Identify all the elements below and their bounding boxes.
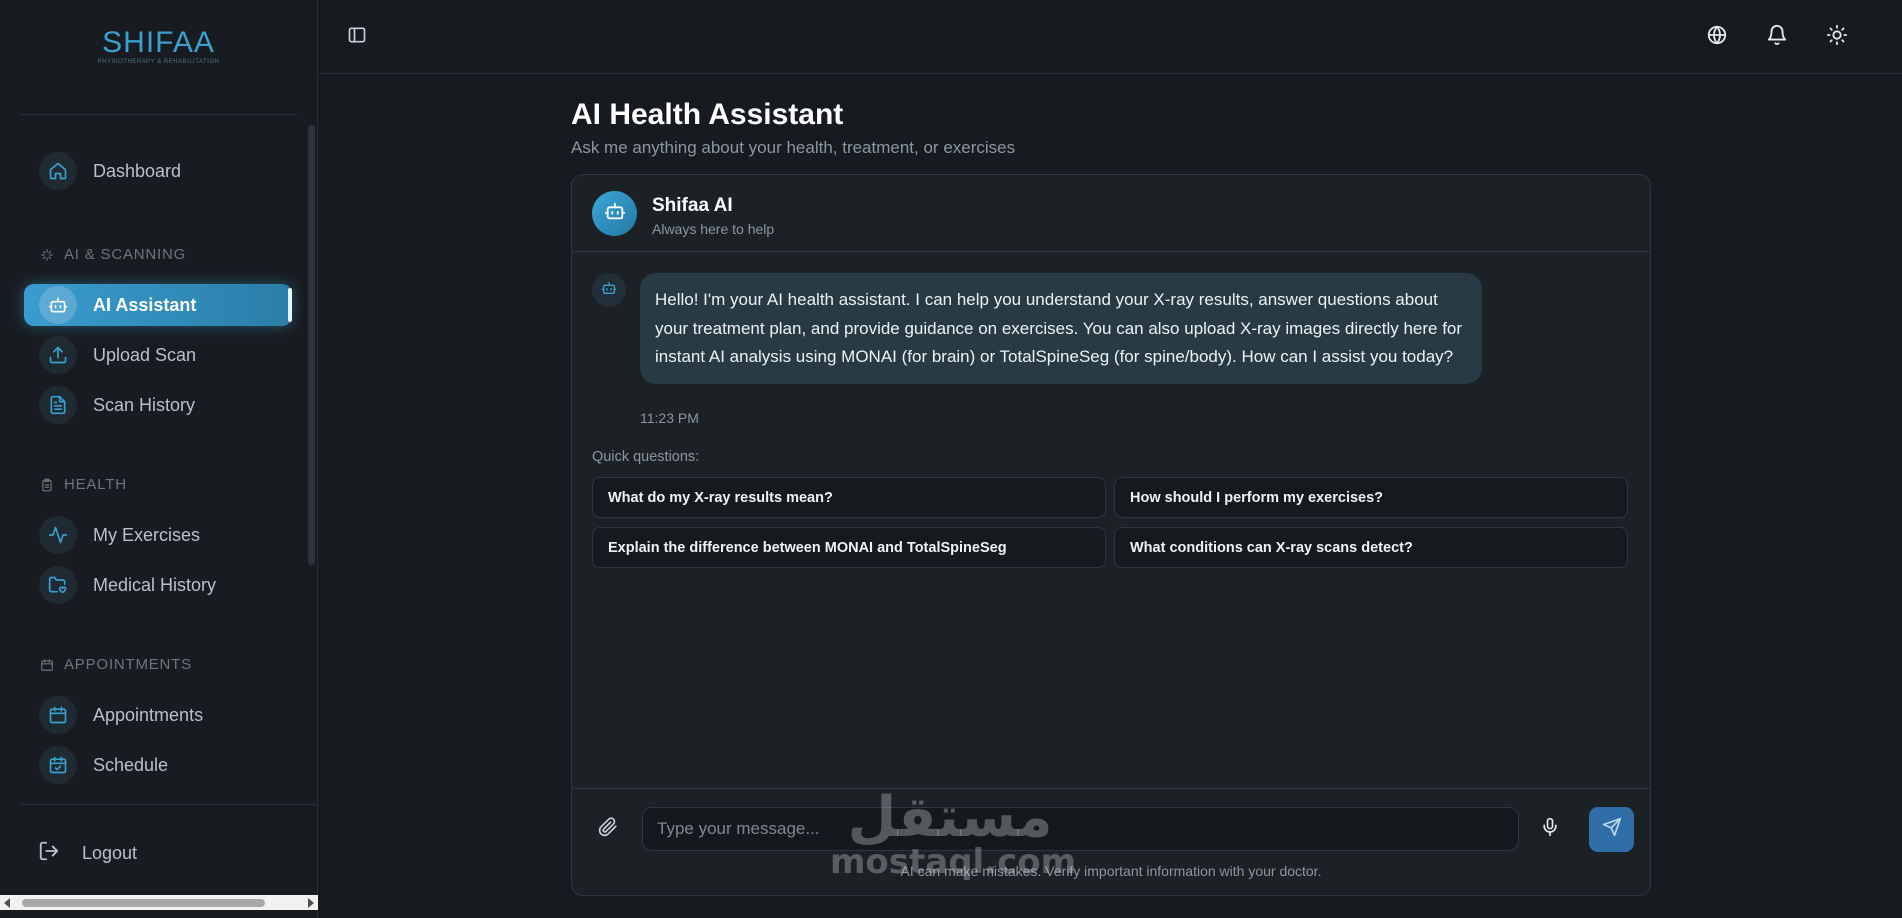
section-appointments: APPOINTMENTS bbox=[40, 656, 192, 673]
scrollbar-thumb[interactable] bbox=[22, 899, 265, 907]
sidebar-scrollbar[interactable] bbox=[308, 125, 315, 565]
clipboard-icon bbox=[40, 478, 54, 492]
page-subtitle: Ask me anything about your health, treat… bbox=[571, 138, 1016, 157]
bot-name: Shifaa AI bbox=[652, 195, 733, 216]
sidebar: SHIFAA PHYSIOTHERAPY & REHABILITATION Da… bbox=[0, 0, 318, 918]
app-root: SHIFAA PHYSIOTHERAPY & REHABILITATION Da… bbox=[0, 0, 1902, 918]
microphone-icon bbox=[1540, 817, 1560, 842]
sidebar-toggle-icon bbox=[347, 25, 367, 50]
send-icon bbox=[1602, 817, 1622, 842]
sidebar-item-label: Scan History bbox=[93, 394, 196, 415]
logo-area: SHIFAA PHYSIOTHERAPY & REHABILITATION bbox=[20, 0, 297, 115]
logout-button[interactable]: Logout bbox=[38, 840, 137, 867]
robot-icon bbox=[601, 280, 617, 301]
sun-icon bbox=[1826, 24, 1848, 51]
chat-header: Shifaa AI Always here to help bbox=[572, 175, 1650, 252]
assistant-message: Hello! I'm your AI health assistant. I c… bbox=[640, 273, 1482, 384]
attach-button[interactable] bbox=[592, 813, 624, 845]
sidebar-item-appointments[interactable]: Appointments bbox=[24, 694, 292, 736]
message-avatar bbox=[592, 273, 626, 307]
bell-icon bbox=[1766, 24, 1788, 51]
sidebar-item-label: Schedule bbox=[93, 754, 169, 775]
folder-heart-icon bbox=[39, 566, 77, 604]
logo-title: SHIFAA bbox=[102, 26, 215, 59]
message-input[interactable] bbox=[642, 807, 1519, 851]
quick-question-button[interactable]: Explain the difference between MONAI and… bbox=[592, 527, 1106, 568]
chat-panel: Shifaa AI Always here to help Hello! I'm… bbox=[571, 174, 1651, 896]
divider bbox=[20, 804, 318, 805]
sparkles-icon bbox=[40, 248, 54, 262]
globe-icon bbox=[1706, 24, 1728, 51]
scroll-right-icon[interactable] bbox=[308, 898, 314, 908]
sidebar-item-medical-history[interactable]: Medical History bbox=[24, 564, 292, 606]
section-health: HEALTH bbox=[40, 476, 127, 493]
calendar-small-icon bbox=[40, 658, 54, 672]
paperclip-icon bbox=[598, 816, 618, 842]
theme-toggle-button[interactable] bbox=[1821, 21, 1853, 53]
quick-question-button[interactable]: What do my X-ray results mean? bbox=[592, 477, 1106, 518]
horizontal-scrollbar[interactable] bbox=[0, 895, 318, 910]
section-ai-scanning: AI & SCANNING bbox=[40, 246, 186, 263]
logo[interactable]: SHIFAA PHYSIOTHERAPY & REHABILITATION bbox=[97, 26, 220, 66]
robot-icon bbox=[39, 286, 77, 324]
disclaimer: AI can make mistakes. Verify important i… bbox=[900, 863, 1322, 879]
file-text-icon bbox=[39, 386, 77, 424]
scroll-left-icon[interactable] bbox=[4, 898, 10, 908]
sidebar-item-label: My Exercises bbox=[93, 524, 201, 545]
logout-icon bbox=[38, 840, 60, 867]
quick-question-button[interactable]: What conditions can X-ray scans detect? bbox=[1114, 527, 1628, 568]
send-button[interactable] bbox=[1589, 807, 1634, 852]
composer: AI can make mistakes. Verify important i… bbox=[572, 788, 1650, 895]
quick-questions-label: Quick questions: bbox=[592, 449, 700, 465]
calendar-check-icon bbox=[39, 746, 77, 784]
notifications-button[interactable] bbox=[1761, 21, 1793, 53]
quick-question-button[interactable]: How should I perform my exercises? bbox=[1114, 477, 1628, 518]
robot-icon bbox=[604, 200, 626, 227]
sidebar-item-label: Appointments bbox=[93, 704, 204, 725]
sidebar-item-my-exercises[interactable]: My Exercises bbox=[24, 514, 292, 556]
bot-avatar bbox=[592, 191, 637, 236]
sidebar-item-label: Dashboard bbox=[93, 160, 182, 181]
home-icon bbox=[39, 152, 77, 190]
calendar-icon bbox=[39, 696, 77, 734]
sidebar-item-label: Medical History bbox=[93, 574, 217, 595]
sidebar-item-upload-scan[interactable]: Upload Scan bbox=[24, 334, 292, 376]
sidebar-item-dashboard[interactable]: Dashboard bbox=[24, 150, 292, 192]
section-label: AI & SCANNING bbox=[64, 246, 187, 263]
activity-icon bbox=[39, 516, 77, 554]
upload-icon bbox=[39, 336, 77, 374]
sidebar-item-label: Upload Scan bbox=[93, 344, 197, 365]
page-title: AI Health Assistant bbox=[571, 98, 844, 131]
section-label: HEALTH bbox=[64, 476, 127, 493]
topbar bbox=[319, 0, 1902, 74]
sidebar-item-label: AI Assistant bbox=[93, 294, 197, 315]
language-button[interactable] bbox=[1701, 21, 1733, 53]
logo-subtitle: PHYSIOTHERAPY & REHABILITATION bbox=[97, 59, 220, 65]
bot-status: Always here to help bbox=[652, 221, 775, 237]
sidebar-item-ai-assistant[interactable]: AI Assistant bbox=[24, 284, 292, 326]
sidebar-item-scan-history[interactable]: Scan History bbox=[24, 384, 292, 426]
voice-input-button[interactable] bbox=[1534, 813, 1566, 845]
section-label: APPOINTMENTS bbox=[64, 656, 192, 673]
sidebar-item-schedule[interactable]: Schedule bbox=[24, 744, 292, 786]
message-timestamp: 11:23 PM bbox=[640, 410, 699, 426]
logout-label: Logout bbox=[82, 843, 138, 863]
sidebar-toggle-button[interactable] bbox=[341, 21, 373, 53]
